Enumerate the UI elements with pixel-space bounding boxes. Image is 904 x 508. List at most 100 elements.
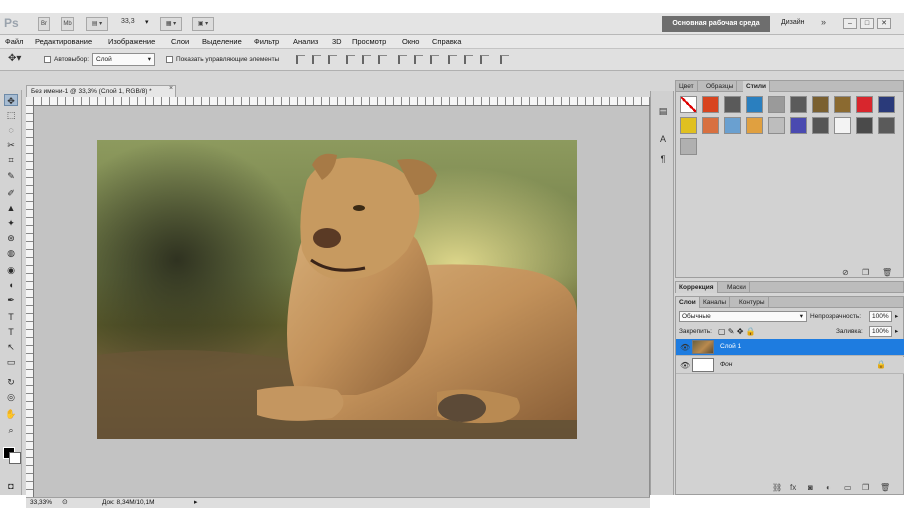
align-right-icon[interactable] — [378, 55, 387, 64]
type-tool-icon[interactable]: T — [4, 326, 18, 338]
layer-name[interactable]: Слой 1 — [720, 343, 741, 350]
dodge-tool-icon[interactable]: ✒ — [4, 294, 18, 306]
3d-orbit-tool-icon[interactable]: ◎ — [4, 391, 18, 403]
document-tab[interactable]: Без имени-1 @ 33,3% (Слой 1, RGB/8) * — [26, 85, 176, 97]
status-icon[interactable]: ⊙ — [62, 498, 68, 506]
menu-file[interactable]: Файл — [5, 37, 23, 46]
lioness-photo[interactable] — [97, 140, 577, 439]
tab-paths[interactable]: Контуры — [736, 297, 769, 308]
minimize-button[interactable]: – — [843, 18, 857, 29]
show-controls-checkbox[interactable] — [166, 56, 173, 63]
menu-view[interactable]: Просмотр — [352, 37, 386, 46]
zoom-level[interactable]: 33,3 — [121, 18, 135, 25]
new-layer-icon[interactable]: ❐ — [862, 483, 869, 492]
brush-tool-icon[interactable]: ▲ — [4, 202, 18, 214]
opacity-arrow-icon[interactable]: ▸ — [895, 312, 898, 320]
fill-arrow-icon[interactable]: ▸ — [895, 327, 898, 335]
opacity-input[interactable]: 100% — [869, 311, 892, 322]
style-swatch[interactable] — [790, 117, 807, 134]
eraser-tool-icon[interactable]: ◍ — [4, 247, 18, 259]
style-swatch[interactable] — [746, 117, 763, 134]
background-color-swatch[interactable] — [9, 452, 21, 464]
hand-tool-icon[interactable]: ✋ — [4, 408, 18, 420]
delete-layer-icon[interactable]: 🗑 — [880, 483, 890, 492]
gradient-tool-icon[interactable]: ◉ — [4, 264, 18, 276]
style-swatch[interactable] — [878, 117, 895, 134]
distribute-middle-icon[interactable] — [414, 55, 423, 64]
menu-layers[interactable]: Слои — [171, 37, 189, 46]
eyedropper-tool-icon[interactable]: ✎ — [4, 170, 18, 182]
menu-edit[interactable]: Редактирование — [35, 37, 92, 46]
clear-style-icon[interactable]: ⊘ — [842, 268, 849, 277]
move-tool-icon[interactable]: ✥ — [4, 94, 18, 106]
new-style-icon[interactable]: ❐ — [862, 268, 869, 277]
style-swatch[interactable] — [768, 117, 785, 134]
delete-style-icon[interactable]: 🗑 — [882, 268, 892, 277]
ruler-origin[interactable] — [26, 97, 34, 106]
autoselect-dropdown[interactable]: Слой ▾ — [92, 53, 155, 66]
horizontal-ruler[interactable] — [34, 97, 650, 106]
tab-swatches[interactable]: Образцы — [703, 81, 738, 92]
status-zoom[interactable]: 33,33% — [30, 499, 52, 506]
status-menu-icon[interactable]: ▸ — [194, 498, 198, 506]
menu-window[interactable]: Окно — [402, 37, 419, 46]
zoom-dropdown-icon[interactable]: ▾ — [145, 18, 149, 26]
style-swatch[interactable] — [702, 96, 719, 113]
history-panel-icon[interactable]: ▤ — [657, 105, 669, 117]
screen-mode-button[interactable]: ▣ ▾ — [192, 17, 214, 31]
style-swatch[interactable] — [680, 96, 697, 113]
vertical-ruler[interactable] — [26, 106, 34, 498]
layer-name[interactable]: Фон — [720, 361, 732, 368]
menu-3d[interactable]: 3D — [332, 37, 342, 46]
distribute-center-icon[interactable] — [464, 55, 473, 64]
style-swatch[interactable] — [856, 96, 873, 113]
tab-color[interactable]: Цвет — [676, 81, 698, 92]
style-swatch[interactable] — [812, 117, 829, 134]
style-swatch[interactable] — [724, 96, 741, 113]
quick-select-tool-icon[interactable]: ✂ — [4, 139, 18, 151]
distribute-right-icon[interactable] — [480, 55, 489, 64]
more-workspaces-icon[interactable]: » — [821, 17, 826, 27]
clone-stamp-tool-icon[interactable]: ✦ — [4, 217, 18, 229]
add-mask-icon[interactable]: ◙ — [808, 483, 813, 492]
distribute-left-icon[interactable] — [448, 55, 457, 64]
align-center-icon[interactable] — [362, 55, 371, 64]
visibility-eye-icon[interactable]: 👁 — [680, 361, 690, 370]
align-left-icon[interactable] — [346, 55, 355, 64]
style-swatch[interactable] — [790, 96, 807, 113]
close-button[interactable]: ✕ — [877, 18, 891, 29]
blend-mode-dropdown[interactable]: Обычные ▾ — [679, 311, 807, 322]
distribute-top-icon[interactable] — [398, 55, 407, 64]
adjustment-layer-icon[interactable]: ◐ — [826, 483, 831, 492]
marquee-tool-icon[interactable]: ⬚ — [4, 109, 18, 121]
style-swatch[interactable] — [834, 117, 851, 134]
distribute-bottom-icon[interactable] — [430, 55, 439, 64]
workspace-design-button[interactable]: Дизайн — [781, 19, 805, 26]
menu-filter[interactable]: Фильтр — [254, 37, 279, 46]
style-swatch[interactable] — [856, 117, 873, 134]
view-extras-button[interactable]: ▤ ▾ — [86, 17, 108, 31]
fill-input[interactable]: 100% — [869, 326, 892, 337]
lock-icons[interactable]: ▢ ✎ ✥ 🔒 — [718, 327, 756, 336]
arrange-documents-button[interactable]: ▦ ▾ — [160, 17, 182, 31]
bridge-button[interactable]: Br — [38, 17, 50, 31]
tab-masks[interactable]: Маски — [724, 282, 750, 293]
style-swatch[interactable] — [812, 96, 829, 113]
tab-layers[interactable]: Слои — [676, 297, 700, 308]
align-top-icon[interactable] — [296, 55, 305, 64]
crop-tool-icon[interactable]: ⌗ — [4, 154, 18, 166]
style-swatch[interactable] — [878, 96, 895, 113]
layer-style-icon[interactable]: fx — [790, 483, 796, 492]
close-document-icon[interactable]: × — [169, 85, 173, 92]
pen-tool-icon[interactable]: T — [4, 311, 18, 323]
new-group-icon[interactable]: ▭ — [844, 483, 852, 492]
autoselect-checkbox[interactable] — [44, 56, 51, 63]
style-swatch[interactable] — [680, 138, 697, 155]
3d-rotate-tool-icon[interactable]: ↻ — [4, 376, 18, 388]
style-swatch[interactable] — [702, 117, 719, 134]
workspace-essentials-button[interactable]: Основная рабочая среда — [662, 16, 770, 32]
shape-tool-icon[interactable]: ▭ — [4, 356, 18, 368]
character-panel-icon[interactable]: A — [657, 133, 669, 145]
move-tool-preset-icon[interactable]: ✥▾ — [8, 53, 21, 64]
quick-mask-icon[interactable]: ◘ — [4, 480, 18, 492]
